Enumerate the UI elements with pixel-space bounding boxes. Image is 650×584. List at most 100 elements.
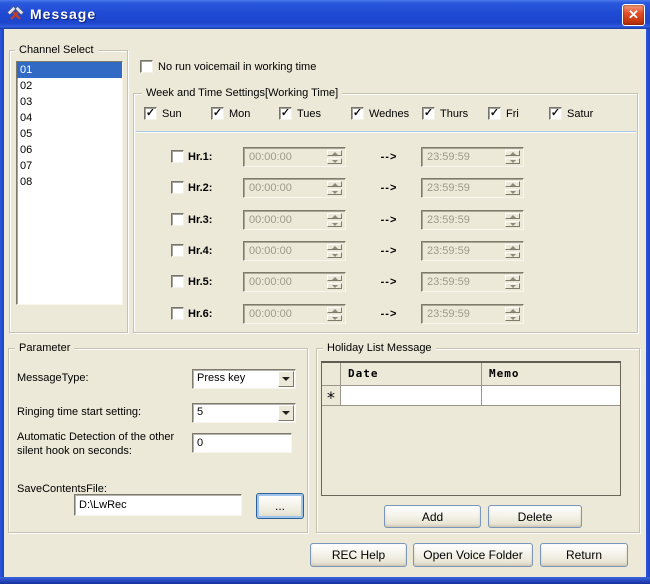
spinner-up-button[interactable] [327, 213, 342, 219]
day-checkbox-tues[interactable]: ✓ Tues [279, 107, 321, 120]
start-time-field[interactable]: 00:00:00 [243, 210, 346, 230]
end-time-field[interactable]: 23:59:59 [421, 210, 524, 230]
checkbox-box[interactable] [171, 275, 184, 288]
holiday-grid[interactable]: Date Memo * [321, 361, 621, 496]
time-spinner[interactable] [327, 150, 342, 164]
end-time-field[interactable]: 23:59:59 [421, 147, 524, 167]
time-spinner[interactable] [505, 307, 520, 321]
spinner-down-button[interactable] [327, 283, 342, 289]
spinner-up-button[interactable] [327, 307, 342, 313]
day-checkbox-mon[interactable]: ✓ Mon [211, 107, 250, 120]
channel-item[interactable]: 04 [17, 110, 122, 126]
auto-detection-input[interactable] [192, 433, 292, 453]
checkbox-box[interactable]: ✓ [488, 107, 501, 120]
day-checkbox-sun[interactable]: ✓ Sun [144, 107, 182, 120]
channel-item[interactable]: 07 [17, 158, 122, 174]
start-time-field[interactable]: 00:00:00 [243, 147, 346, 167]
ringing-time-combo[interactable]: 5 [192, 403, 296, 423]
start-time-field[interactable]: 00:00:00 [243, 272, 346, 292]
spinner-down-button[interactable] [327, 252, 342, 258]
spinner-up-button[interactable] [505, 150, 520, 156]
time-spinner[interactable] [327, 275, 342, 289]
checkbox-box[interactable]: ✓ [422, 107, 435, 120]
spinner-up-button[interactable] [327, 150, 342, 156]
channel-item[interactable]: 03 [17, 94, 122, 110]
day-checkbox-wednes[interactable]: ✓ Wednes [351, 107, 409, 120]
spinner-up-button[interactable] [505, 181, 520, 187]
end-time-field[interactable]: 23:59:59 [421, 272, 524, 292]
time-spinner[interactable] [505, 150, 520, 164]
spinner-down-button[interactable] [327, 315, 342, 321]
no-voicemail-checkbox[interactable]: No run voicemail in working time [140, 60, 316, 73]
combo-dropdown-button[interactable] [278, 405, 294, 421]
return-button[interactable]: Return [540, 543, 628, 567]
hr5-checkbox[interactable] [171, 275, 184, 288]
checkbox-box[interactable]: ✓ [144, 107, 157, 120]
checkbox-box[interactable]: ✓ [351, 107, 364, 120]
add-button[interactable]: Add [384, 505, 481, 528]
end-time-field[interactable]: 23:59:59 [421, 178, 524, 198]
message-type-combo[interactable]: Press key [192, 369, 296, 389]
checkbox-box[interactable] [140, 60, 153, 73]
time-spinner[interactable] [505, 275, 520, 289]
spinner-down-button[interactable] [505, 189, 520, 195]
time-spinner[interactable] [505, 244, 520, 258]
channel-item[interactable]: 05 [17, 126, 122, 142]
spinner-up-button[interactable] [327, 275, 342, 281]
spinner-up-button[interactable] [327, 181, 342, 187]
time-spinner[interactable] [505, 181, 520, 195]
grid-cell-date[interactable] [341, 386, 482, 406]
titlebar[interactable]: Message ✕ [0, 0, 650, 29]
spinner-up-button[interactable] [327, 244, 342, 250]
time-spinner[interactable] [327, 213, 342, 227]
grid-new-row[interactable]: * [322, 386, 620, 406]
browse-button[interactable]: ... [256, 493, 304, 519]
time-spinner[interactable] [327, 244, 342, 258]
checkbox-box[interactable]: ✓ [279, 107, 292, 120]
start-time-field[interactable]: 00:00:00 [243, 241, 346, 261]
grid-cell-memo[interactable] [482, 386, 620, 406]
spinner-down-button[interactable] [327, 158, 342, 164]
spinner-down-button[interactable] [505, 315, 520, 321]
delete-button[interactable]: Delete [488, 505, 582, 528]
close-button[interactable]: ✕ [622, 4, 645, 26]
spinner-down-button[interactable] [505, 252, 520, 258]
spinner-down-button[interactable] [505, 221, 520, 227]
channel-item[interactable]: 02 [17, 78, 122, 94]
spinner-down-button[interactable] [327, 189, 342, 195]
channel-item[interactable]: 08 [17, 174, 122, 190]
end-time-field[interactable]: 23:59:59 [421, 304, 524, 324]
channel-listbox[interactable]: 01 02 03 04 05 06 07 08 [16, 61, 123, 305]
checkbox-box[interactable] [171, 244, 184, 257]
checkbox-box[interactable] [171, 150, 184, 163]
channel-item[interactable]: 01 [17, 62, 122, 78]
combo-dropdown-button[interactable] [278, 371, 294, 387]
time-spinner[interactable] [327, 307, 342, 321]
spinner-up-button[interactable] [505, 307, 520, 313]
start-time-field[interactable]: 00:00:00 [243, 304, 346, 324]
spinner-up-button[interactable] [505, 213, 520, 219]
save-contents-input[interactable] [74, 494, 242, 516]
end-time-field[interactable]: 23:59:59 [421, 241, 524, 261]
day-checkbox-fri[interactable]: ✓ Fri [488, 107, 519, 120]
checkbox-box[interactable]: ✓ [549, 107, 562, 120]
time-spinner[interactable] [327, 181, 342, 195]
checkbox-box[interactable] [171, 181, 184, 194]
checkbox-box[interactable]: ✓ [211, 107, 224, 120]
rec-help-button[interactable]: REC Help [310, 543, 407, 567]
open-voice-folder-button[interactable]: Open Voice Folder [413, 543, 533, 567]
spinner-up-button[interactable] [505, 244, 520, 250]
hr6-checkbox[interactable] [171, 307, 184, 320]
hr2-checkbox[interactable] [171, 181, 184, 194]
spinner-down-button[interactable] [327, 221, 342, 227]
start-time-field[interactable]: 00:00:00 [243, 178, 346, 198]
spinner-down-button[interactable] [505, 283, 520, 289]
hr1-checkbox[interactable] [171, 150, 184, 163]
day-checkbox-thurs[interactable]: ✓ Thurs [422, 107, 468, 120]
channel-item[interactable]: 06 [17, 142, 122, 158]
time-spinner[interactable] [505, 213, 520, 227]
day-checkbox-satur[interactable]: ✓ Satur [549, 107, 593, 120]
spinner-down-button[interactable] [505, 158, 520, 164]
hr3-checkbox[interactable] [171, 213, 184, 226]
checkbox-box[interactable] [171, 307, 184, 320]
